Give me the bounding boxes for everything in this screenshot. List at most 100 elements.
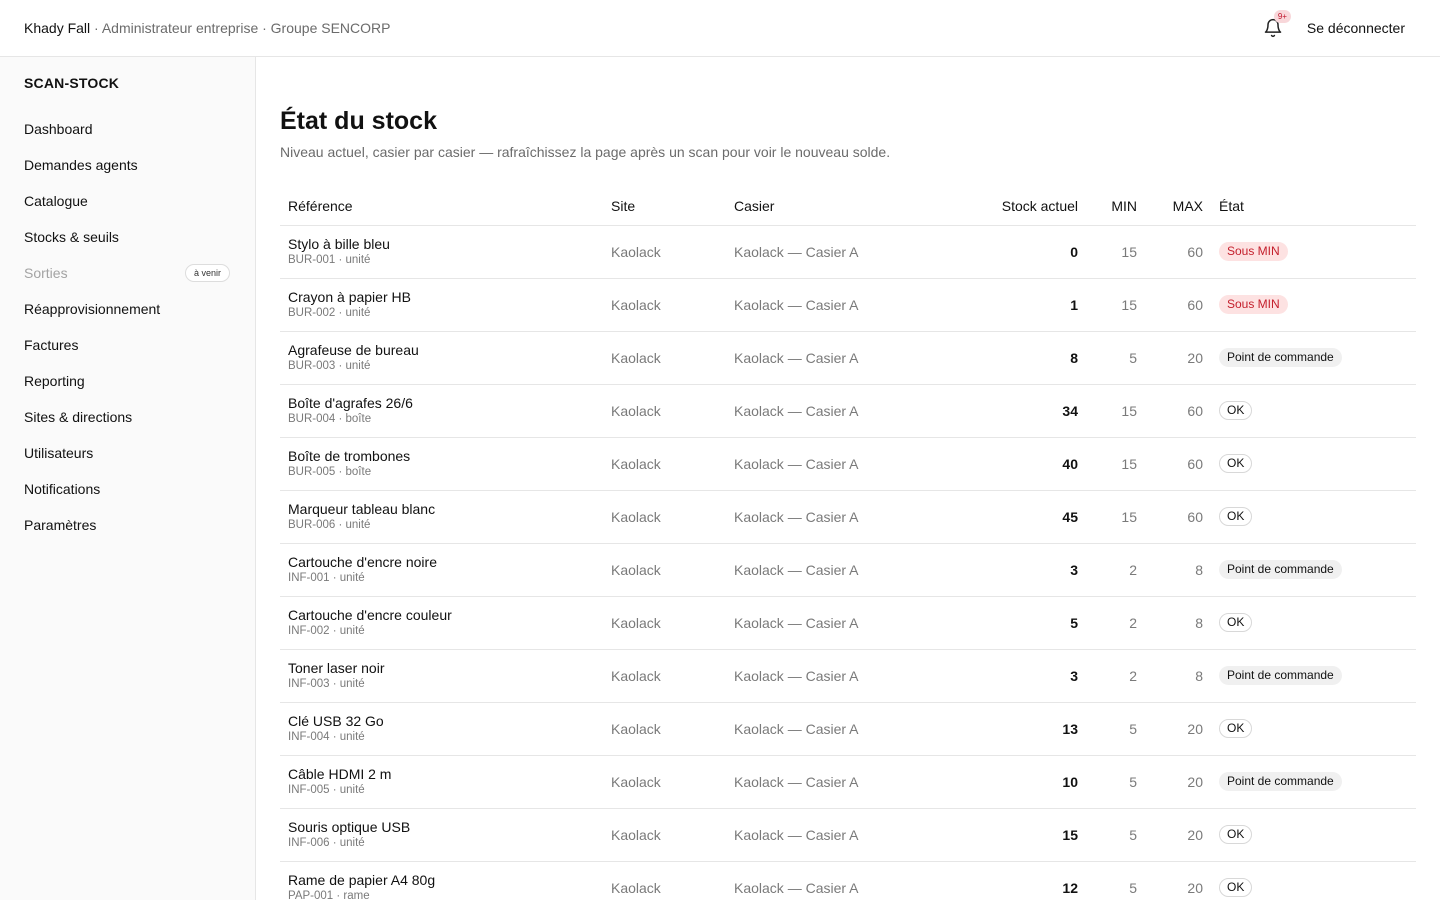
min-cell: 15: [1086, 225, 1145, 279]
user-info: Khady Fall · Administrateur entreprise ·…: [24, 20, 391, 36]
product-code-unit: INF-006 · unité: [288, 836, 365, 849]
product-name: Cartouche d'encre couleur: [288, 606, 452, 623]
notification-count-badge: 9+: [1273, 10, 1291, 23]
product-code-unit: BUR-001 · unité: [288, 253, 371, 266]
casier-cell: Kaolack — Casier A: [726, 649, 936, 703]
stock-cell: 0: [936, 225, 1086, 279]
table-row: Agrafeuse de bureau BUR-003 · unité Kaolac…: [280, 331, 1416, 385]
reference-cell: Câble HDMI 2 m INF-005 · unité: [280, 755, 603, 809]
table-header-row: Référence Site Casier Stock actuel MIN M…: [280, 187, 1416, 226]
casier-cell: Kaolack — Casier A: [726, 861, 936, 900]
reference-cell: Marqueur tableau blanc BUR-006 · unité: [280, 490, 603, 544]
product-name: Agrafeuse de bureau: [288, 341, 419, 358]
state-cell: OK: [1211, 384, 1416, 438]
stock-cell: 3: [936, 649, 1086, 703]
table-row: Crayon à papier HB BUR-002 · unité Kaolack…: [280, 278, 1416, 332]
table-row: Cartouche d'encre noire INF-001 · unité Ka…: [280, 543, 1416, 597]
max-cell: 20: [1145, 702, 1211, 756]
site-cell: Kaolack: [603, 278, 726, 332]
min-cell: 5: [1086, 702, 1145, 756]
max-cell: 20: [1145, 808, 1211, 862]
state-cell: OK: [1211, 596, 1416, 650]
reference-cell: Cartouche d'encre noire INF-001 · unité: [280, 543, 603, 597]
status-badge: OK: [1219, 454, 1253, 473]
sidebar: SCAN-STOCK Dashboard Demandes agents Cat…: [0, 57, 256, 900]
reference-cell: Rame de papier A4 80g PAP-001 · rame: [280, 861, 603, 900]
table-row: Boîte d'agrafes 26/6 BUR-004 · boîte Kaola…: [280, 384, 1416, 438]
status-badge: Sous MIN: [1219, 295, 1288, 314]
sidebar-item-dashboard[interactable]: Dashboard: [0, 111, 255, 147]
sidebar-item-label: Sorties: [24, 265, 68, 281]
sidebar-item-sites-directions[interactable]: Sites & directions: [0, 399, 255, 435]
state-cell: OK: [1211, 861, 1416, 900]
max-cell: 8: [1145, 543, 1211, 597]
product-code-unit: INF-005 · unité: [288, 783, 365, 796]
site-cell: Kaolack: [603, 649, 726, 703]
sidebar-item-utilisateurs[interactable]: Utilisateurs: [0, 435, 255, 471]
min-cell: 2: [1086, 649, 1145, 703]
site-cell: Kaolack: [603, 331, 726, 385]
column-header-stock: Stock actuel: [936, 187, 1086, 226]
stock-cell: 10: [936, 755, 1086, 809]
state-cell: OK: [1211, 437, 1416, 491]
reference-cell: Clé USB 32 Go INF-004 · unité: [280, 702, 603, 756]
site-cell: Kaolack: [603, 702, 726, 756]
casier-cell: Kaolack — Casier A: [726, 702, 936, 756]
site-cell: Kaolack: [603, 543, 726, 597]
casier-cell: Kaolack — Casier A: [726, 490, 936, 544]
stock-cell: 3: [936, 543, 1086, 597]
product-name: Crayon à papier HB: [288, 288, 411, 305]
table-row: Câble HDMI 2 m INF-005 · unité Kaolack Kaol…: [280, 755, 1416, 809]
sidebar-item-notifications[interactable]: Notifications: [0, 471, 255, 507]
product-code-unit: BUR-004 · boîte: [288, 412, 372, 425]
state-cell: Point de commande: [1211, 331, 1416, 385]
status-badge: Point de commande: [1219, 666, 1342, 685]
sidebar-item-reporting[interactable]: Reporting: [0, 363, 255, 399]
sidebar-item-reapprovisionnement[interactable]: Réapprovisionnement: [0, 291, 255, 327]
max-cell: 8: [1145, 649, 1211, 703]
stock-cell: 40: [936, 437, 1086, 491]
stock-cell: 1: [936, 278, 1086, 332]
casier-cell: Kaolack — Casier A: [726, 755, 936, 809]
user-role-org: · Administrateur entreprise · Groupe SEN…: [90, 20, 391, 36]
max-cell: 20: [1145, 861, 1211, 900]
sidebar-item-demandes-agents[interactable]: Demandes agents: [0, 147, 255, 183]
product-name: Toner laser noir: [288, 659, 385, 676]
sidebar-item-catalogue[interactable]: Catalogue: [0, 183, 255, 219]
sidebar-item-factures[interactable]: Factures: [0, 327, 255, 363]
min-cell: 5: [1086, 755, 1145, 809]
sidebar-item-stocks-seuils[interactable]: Stocks & seuils: [0, 219, 255, 255]
notifications-button[interactable]: 9+: [1261, 10, 1291, 40]
max-cell: 20: [1145, 755, 1211, 809]
table-row: Souris optique USB INF-006 · unité Kaolack…: [280, 808, 1416, 862]
state-cell: Point de commande: [1211, 755, 1416, 809]
table-row: Clé USB 32 Go INF-004 · unité Kaolack Kaola…: [280, 702, 1416, 756]
sidebar-nav: Dashboard Demandes agents Catalogue Stoc…: [0, 111, 255, 543]
product-code-unit: INF-003 · unité: [288, 677, 365, 690]
min-cell: 5: [1086, 808, 1145, 862]
reference-cell: Boîte d'agrafes 26/6 BUR-004 · boîte: [280, 384, 603, 438]
logout-button[interactable]: Se déconnecter: [1307, 20, 1405, 36]
state-cell: OK: [1211, 490, 1416, 544]
sidebar-item-sorties: Sorties à venir: [0, 255, 255, 291]
column-header-reference: Référence: [280, 187, 603, 226]
state-cell: OK: [1211, 808, 1416, 862]
stock-cell: 34: [936, 384, 1086, 438]
max-cell: 60: [1145, 384, 1211, 438]
reference-cell: Cartouche d'encre couleur INF-002 · unité: [280, 596, 603, 650]
min-cell: 15: [1086, 384, 1145, 438]
max-cell: 20: [1145, 331, 1211, 385]
table-row: Boîte de trombones BUR-005 · boîte Kaolack…: [280, 437, 1416, 491]
min-cell: 2: [1086, 596, 1145, 650]
status-badge: OK: [1219, 507, 1253, 526]
casier-cell: Kaolack — Casier A: [726, 596, 936, 650]
coming-soon-badge: à venir: [184, 264, 230, 282]
product-name: Stylo à bille bleu: [288, 235, 390, 252]
user-name: Khady Fall: [24, 20, 91, 36]
sidebar-item-parametres[interactable]: Paramètres: [0, 507, 255, 543]
site-cell: Kaolack: [603, 384, 726, 438]
min-cell: 15: [1086, 278, 1145, 332]
product-code-unit: INF-004 · unité: [288, 730, 365, 743]
table-row: Cartouche d'encre couleur INF-002 · unité…: [280, 596, 1416, 650]
status-badge: OK: [1219, 878, 1253, 897]
